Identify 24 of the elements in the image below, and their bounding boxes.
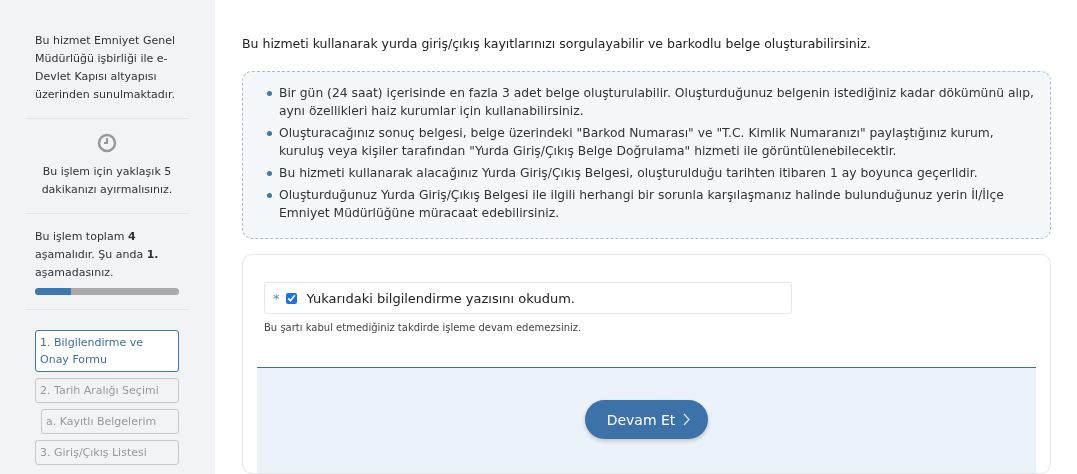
step-item[interactable]: 3. Giriş/Çıkış Listesi <box>35 440 179 465</box>
service-note: Bu hizmet Emniyet Genel Müdürlüğü işbirliği ile e-Devlet Kapısı altyapısı üzerinden sunulmaktadır. <box>35 33 176 103</box>
bullet-icon <box>267 171 272 176</box>
hint-text: Bu şartı kabul etmediğiniz takdirde işleme devam edemezsiniz. <box>264 322 583 333</box>
step-item[interactable]: 2. Tarih Aralığı Seçimi <box>35 378 179 403</box>
bullet-icon <box>267 91 272 96</box>
time-note: Bu işlem için yaklaşık 5 dakikanızı ayırmalısınız. <box>40 164 174 198</box>
required-mark: * <box>273 290 280 306</box>
info-text: Bir gün (24 saat) içerisinde en fazla 3 adet belge oluşturulabilir. Oluşturduğunuz belgenin istediğiniz kadar dökümünü alıp, aynı özellikleri haiz kurumlar için kullanabilirsiniz. <box>279 86 1034 118</box>
bullet-icon <box>267 131 272 136</box>
info-text: Bu hizmeti kullanarak alacağınız Yurda Giriş/Çıkış Belgesi, oluşturulduğu tarihten itibaren 1 ay boyunca geçerlidir. <box>279 166 978 180</box>
agreement-checkbox[interactable] <box>285 292 297 304</box>
step-item[interactable]: 1. Bilgilendirme ve Onay Formu <box>35 330 179 372</box>
continue-button[interactable]: Devam Et <box>584 400 709 439</box>
chevron-right-icon <box>683 413 691 426</box>
info-text: Oluşturacağınız sonuç belgesi, belge üzerindeki "Barkod Numarası" ve "T.C. Kimlik Numaranızı" paylaştığınız kurum, kuruluş veya kişiler tarafından "Yurda Giriş/Çıkış Belge Doğrulama" hizmeti ile görüntülenebilecektir. <box>279 126 994 158</box>
stage-note: Bu işlem toplam 4 aşamalıdır. Şu anda 1. aşamadasınız. <box>35 229 160 281</box>
agreement-label: Yukarıdaki bilgilendirme yazısını okudum. <box>306 290 575 306</box>
clock-icon <box>97 133 117 153</box>
info-text: Oluşturduğunuz Yurda Giriş/Çıkış Belgesi ile ilgili herhangi bir sorunla karşılaşmanız halinde bulunduğunuz yerin İl/İlçe Emniyet Müdürlüğüne müracaat edebilirsiniz. <box>279 188 1004 220</box>
intro-text: Bu hizmeti kullanarak yurda giriş/çıkış kayıtlarınızı sorgulayabilir ve barkodlu belge oluşturabilirsiniz. <box>242 36 872 51</box>
step-item[interactable]: a. Kayıtlı Belgelerim <box>41 409 179 434</box>
agreement-field[interactable]: * Yukarıdaki bilgilendirme yazısını okudum. <box>264 282 792 314</box>
bullet-icon <box>267 193 272 198</box>
